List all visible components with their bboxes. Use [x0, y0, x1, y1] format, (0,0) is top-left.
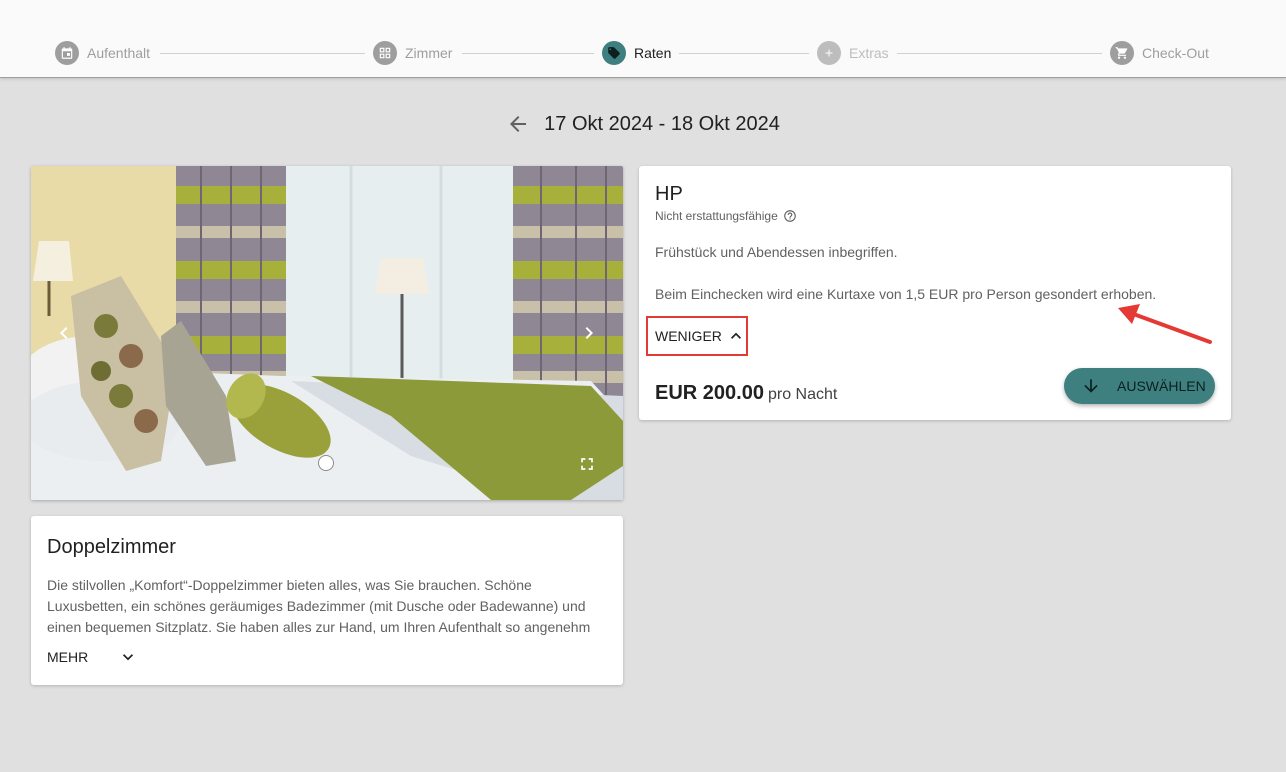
grid-icon — [373, 41, 397, 65]
date-header: 17 Okt 2024 - 18 Okt 2024 — [0, 112, 1286, 136]
select-rate-button[interactable]: AUSWÄHLEN — [1064, 368, 1215, 404]
step-label: Extras — [849, 45, 889, 61]
price-amount: EUR 200.00 — [655, 382, 764, 404]
room-photo-carousel[interactable] — [31, 166, 623, 500]
arrow-left-icon[interactable] — [506, 112, 530, 136]
step-label: Aufenthalt — [87, 45, 151, 61]
room-description: Die stilvollen „Komfort“-Doppelzimmer bi… — [47, 577, 591, 635]
arrow-down-icon — [1084, 379, 1098, 393]
rate-subtitle: Nicht erstattungsfähige — [655, 209, 797, 223]
more-button[interactable]: MEHR — [47, 647, 138, 667]
stepper-connector — [679, 53, 809, 54]
help-icon[interactable] — [783, 209, 797, 223]
step-check-out[interactable]: Check-Out — [1110, 41, 1209, 65]
price-unit: pro Nacht — [767, 386, 838, 403]
more-label: MEHR — [47, 649, 89, 665]
rate-description-meals: Frühstück und Abendessen inbegriffen. — [655, 244, 898, 260]
less-label: WENIGER — [655, 328, 722, 344]
carousel-dot[interactable] — [318, 455, 334, 471]
calendar-icon — [55, 41, 79, 65]
stepper-connector — [160, 53, 365, 54]
chevron-right-icon[interactable] — [577, 321, 601, 345]
rate-card: HP Nicht erstattungsfähige Frühstück und… — [639, 166, 1231, 420]
chevron-down-icon — [123, 654, 134, 661]
chevron-left-icon[interactable] — [52, 321, 76, 345]
date-range-title: 17 Okt 2024 - 18 Okt 2024 — [544, 112, 780, 135]
tag-icon — [602, 41, 626, 65]
rate-subtitle-text: Nicht erstattungsfähige — [655, 209, 778, 223]
select-label: AUSWÄHLEN — [1117, 378, 1206, 394]
room-card: Doppelzimmer Die stilvollen „Komfort“-Do… — [31, 516, 623, 685]
chevron-up-icon — [730, 332, 741, 339]
room-photo — [31, 166, 623, 500]
stepper-connector — [462, 53, 594, 54]
step-label: Check-Out — [1142, 45, 1209, 61]
booking-stepper: Aufenthalt Zimmer Raten Extras Check-Out — [0, 0, 1286, 78]
step-label: Zimmer — [405, 45, 453, 61]
annotation-arrow-icon — [1118, 304, 1212, 344]
rate-title: HP — [655, 183, 683, 205]
step-aufenthalt[interactable]: Aufenthalt — [55, 41, 150, 65]
room-title: Doppelzimmer — [47, 536, 176, 558]
step-zimmer[interactable]: Zimmer — [373, 41, 452, 65]
rate-price: EUR 200.00 pro Nacht — [655, 382, 837, 405]
step-label: Raten — [634, 45, 672, 61]
stepper-connector — [897, 53, 1102, 54]
step-raten[interactable]: Raten — [602, 41, 671, 65]
fullscreen-icon[interactable] — [577, 454, 597, 474]
step-extras[interactable]: Extras — [817, 41, 889, 65]
less-button[interactable]: WENIGER — [646, 316, 748, 356]
plus-icon — [817, 41, 841, 65]
rate-description-tax: Beim Einchecken wird eine Kurtaxe von 1,… — [655, 286, 1157, 302]
cart-icon — [1110, 41, 1134, 65]
